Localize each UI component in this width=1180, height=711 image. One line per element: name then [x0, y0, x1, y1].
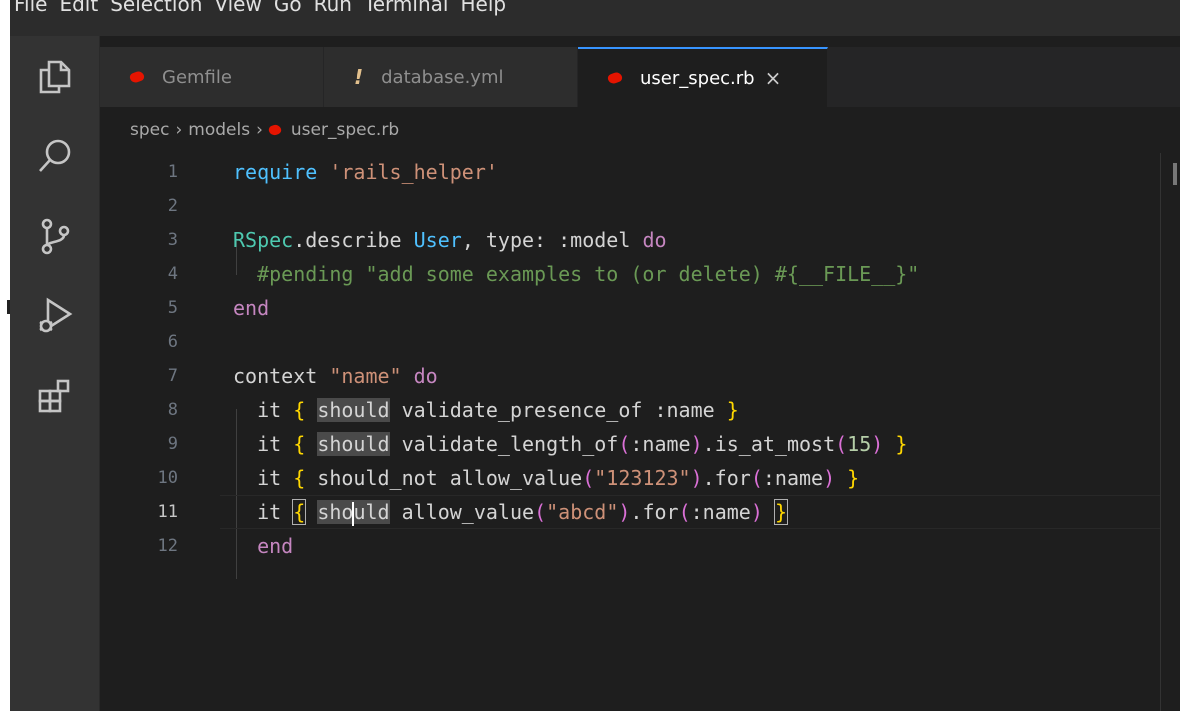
- code-line: 6: [100, 325, 1160, 359]
- warning-icon: !: [354, 65, 364, 89]
- code-line: 2: [100, 189, 1160, 223]
- close-icon[interactable]: ×: [765, 66, 782, 90]
- menu-view[interactable]: View: [208, 0, 267, 22]
- vertical-scrollbar[interactable]: [1160, 153, 1180, 711]
- text-cursor: [352, 501, 355, 526]
- line-number: 11: [157, 502, 178, 522]
- breadcrumb-item-file[interactable]: user_spec.rb: [291, 120, 399, 140]
- activity-bar: [10, 36, 100, 711]
- menu-edit[interactable]: Edit: [53, 0, 104, 22]
- code-text: RSpec.describe User, type: :model do: [233, 228, 667, 252]
- line-number: 9: [167, 434, 178, 454]
- code-line: 7 context "name" do: [100, 359, 1160, 393]
- source-control-icon: [41, 218, 70, 255]
- tab-gemfile[interactable]: Gemfile: [100, 47, 324, 107]
- code-line-current: 11 it { should allow_value("abcd").for(:…: [100, 495, 1160, 529]
- code-line: 9 it { should validate_length_of(:name).…: [100, 427, 1160, 461]
- code-text: end: [257, 534, 294, 558]
- menu-run[interactable]: Run: [308, 0, 358, 22]
- chevron-right-icon: ›: [175, 120, 183, 140]
- code-text: #pending "add some examples to (or delet…: [257, 262, 920, 286]
- line-number: 4: [167, 264, 178, 284]
- tab-label: user_spec.rb: [640, 67, 755, 89]
- code-editor[interactable]: 1 require 'rails_helper' 2 3 RSpec.descr…: [100, 153, 1160, 711]
- breadcrumb-item-spec[interactable]: spec: [130, 120, 169, 140]
- ruby-icon: [128, 69, 146, 85]
- breadcrumb: spec › models › user_spec.rb: [100, 107, 1160, 153]
- breadcrumb-item-models[interactable]: models: [188, 120, 250, 140]
- code-text: it { should validate_length_of(:name).is…: [233, 432, 908, 456]
- code-line: 12 end: [100, 529, 1160, 563]
- extensions-button[interactable]: [10, 356, 100, 436]
- explorer-button[interactable]: [10, 36, 100, 116]
- code-line: 5 end: [100, 291, 1160, 325]
- search-icon: [39, 139, 71, 172]
- source-control-button[interactable]: [10, 196, 100, 276]
- line-number: 5: [167, 298, 178, 318]
- code-line: 1 require 'rails_helper': [100, 155, 1160, 189]
- menu-bar: File Edit Selection View Go Run Terminal…: [10, 0, 1180, 36]
- line-number: 12: [157, 536, 178, 556]
- line-number: 3: [167, 230, 178, 250]
- menu-help[interactable]: Help: [454, 0, 512, 22]
- line-number: 8: [167, 400, 178, 420]
- line-number: 6: [167, 332, 178, 352]
- explorer-icon: [39, 60, 71, 94]
- scrollbar-marker: [1173, 163, 1177, 185]
- line-number: 2: [167, 196, 178, 216]
- extensions-icon: [38, 379, 70, 413]
- code-line: 10 it { should_not allow_value("123123")…: [100, 461, 1160, 495]
- menu-file[interactable]: File: [10, 0, 53, 22]
- code-line: 8 it { should validate_presence_of :name…: [100, 393, 1160, 427]
- code-text: require 'rails_helper': [233, 160, 498, 184]
- run-debug-button[interactable]: [10, 276, 100, 356]
- ruby-icon: [267, 123, 283, 137]
- code-text: it { should validate_presence_of :name }: [233, 398, 739, 422]
- line-number: 1: [167, 162, 178, 182]
- menu-terminal[interactable]: Terminal: [358, 0, 455, 22]
- menu-selection[interactable]: Selection: [104, 0, 208, 22]
- tab-database-yml[interactable]: ! database.yml: [324, 47, 578, 107]
- tab-user-spec-rb[interactable]: user_spec.rb ×: [578, 47, 828, 107]
- tab-label: Gemfile: [162, 66, 232, 88]
- code-line: 4 #pending "add some examples to (or del…: [100, 257, 1160, 291]
- window-edge: [0, 0, 10, 711]
- code-line: 3 RSpec.describe User, type: :model do: [100, 223, 1160, 257]
- code-text: it { should allow_value("abcd").for(:nam…: [233, 499, 788, 526]
- search-button[interactable]: [10, 116, 100, 196]
- ruby-icon: [606, 70, 624, 86]
- tab-bar: Gemfile ! database.yml user_spec.rb ×: [100, 47, 1180, 107]
- line-number: 10: [157, 468, 178, 488]
- run-debug-icon: [39, 297, 73, 333]
- menu-go[interactable]: Go: [268, 0, 308, 22]
- code-text: context "name" do: [233, 364, 438, 388]
- tab-label: database.yml: [381, 66, 504, 88]
- line-number: 7: [167, 366, 178, 386]
- chevron-right-icon: ›: [256, 120, 263, 140]
- code-text: end: [233, 296, 270, 320]
- code-text: it { should_not allow_value("123123").fo…: [233, 466, 860, 490]
